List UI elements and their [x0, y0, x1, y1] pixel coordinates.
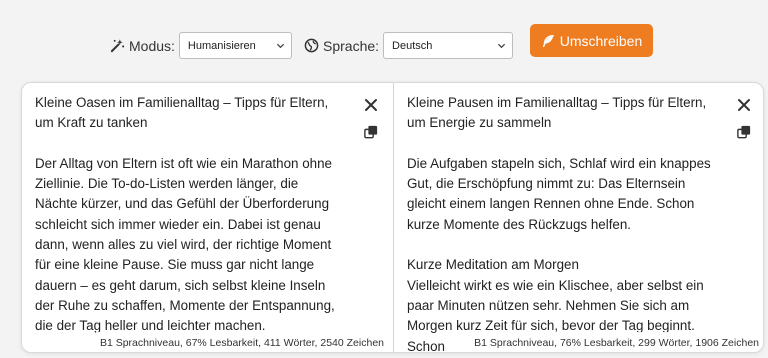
input-pane: Kleine Oasen im Familienalltag – Tipps f…	[22, 83, 393, 352]
language-label: Sprache:	[323, 37, 380, 54]
editor-panels: Kleine Oasen im Familienalltag – Tipps f…	[21, 82, 764, 353]
magic-wand-icon	[110, 39, 125, 53]
chevron-down-icon	[497, 43, 506, 49]
copy-icon[interactable]	[737, 125, 751, 139]
close-icon[interactable]	[736, 97, 752, 113]
language-select-value: Deutsch	[392, 39, 433, 52]
toolbar: Modus: Humanisieren Sprache: Deutsch Ums…	[0, 0, 768, 82]
input-stats: B1 Sprachniveau, 67% Lesbarkeit, 411 Wör…	[95, 332, 384, 352]
output-stats: B1 Sprachniveau, 76% Lesbarkeit, 299 Wör…	[470, 332, 759, 352]
mode-control: Modus: Humanisieren	[110, 32, 292, 59]
mode-label: Modus:	[129, 37, 175, 54]
output-text[interactable]: Kleine Pausen im Familienalltag – Tipps …	[407, 93, 727, 352]
feather-icon	[542, 34, 554, 47]
language-select[interactable]: Deutsch	[383, 32, 514, 59]
mode-select-value: Humanisieren	[187, 39, 256, 52]
language-control: Sprache: Deutsch	[304, 32, 514, 59]
copy-icon[interactable]	[364, 125, 378, 139]
input-text[interactable]: Kleine Oasen im Familienalltag – Tipps f…	[35, 93, 355, 337]
close-icon[interactable]	[363, 97, 379, 113]
globe-icon	[304, 38, 319, 53]
rewrite-button[interactable]: Umschreiben	[530, 24, 653, 57]
output-pane: Kleine Pausen im Familienalltag – Tipps …	[394, 83, 763, 352]
mode-select[interactable]: Humanisieren	[178, 32, 292, 59]
rewrite-button-label: Umschreiben	[559, 32, 643, 49]
chevron-down-icon	[276, 43, 285, 49]
